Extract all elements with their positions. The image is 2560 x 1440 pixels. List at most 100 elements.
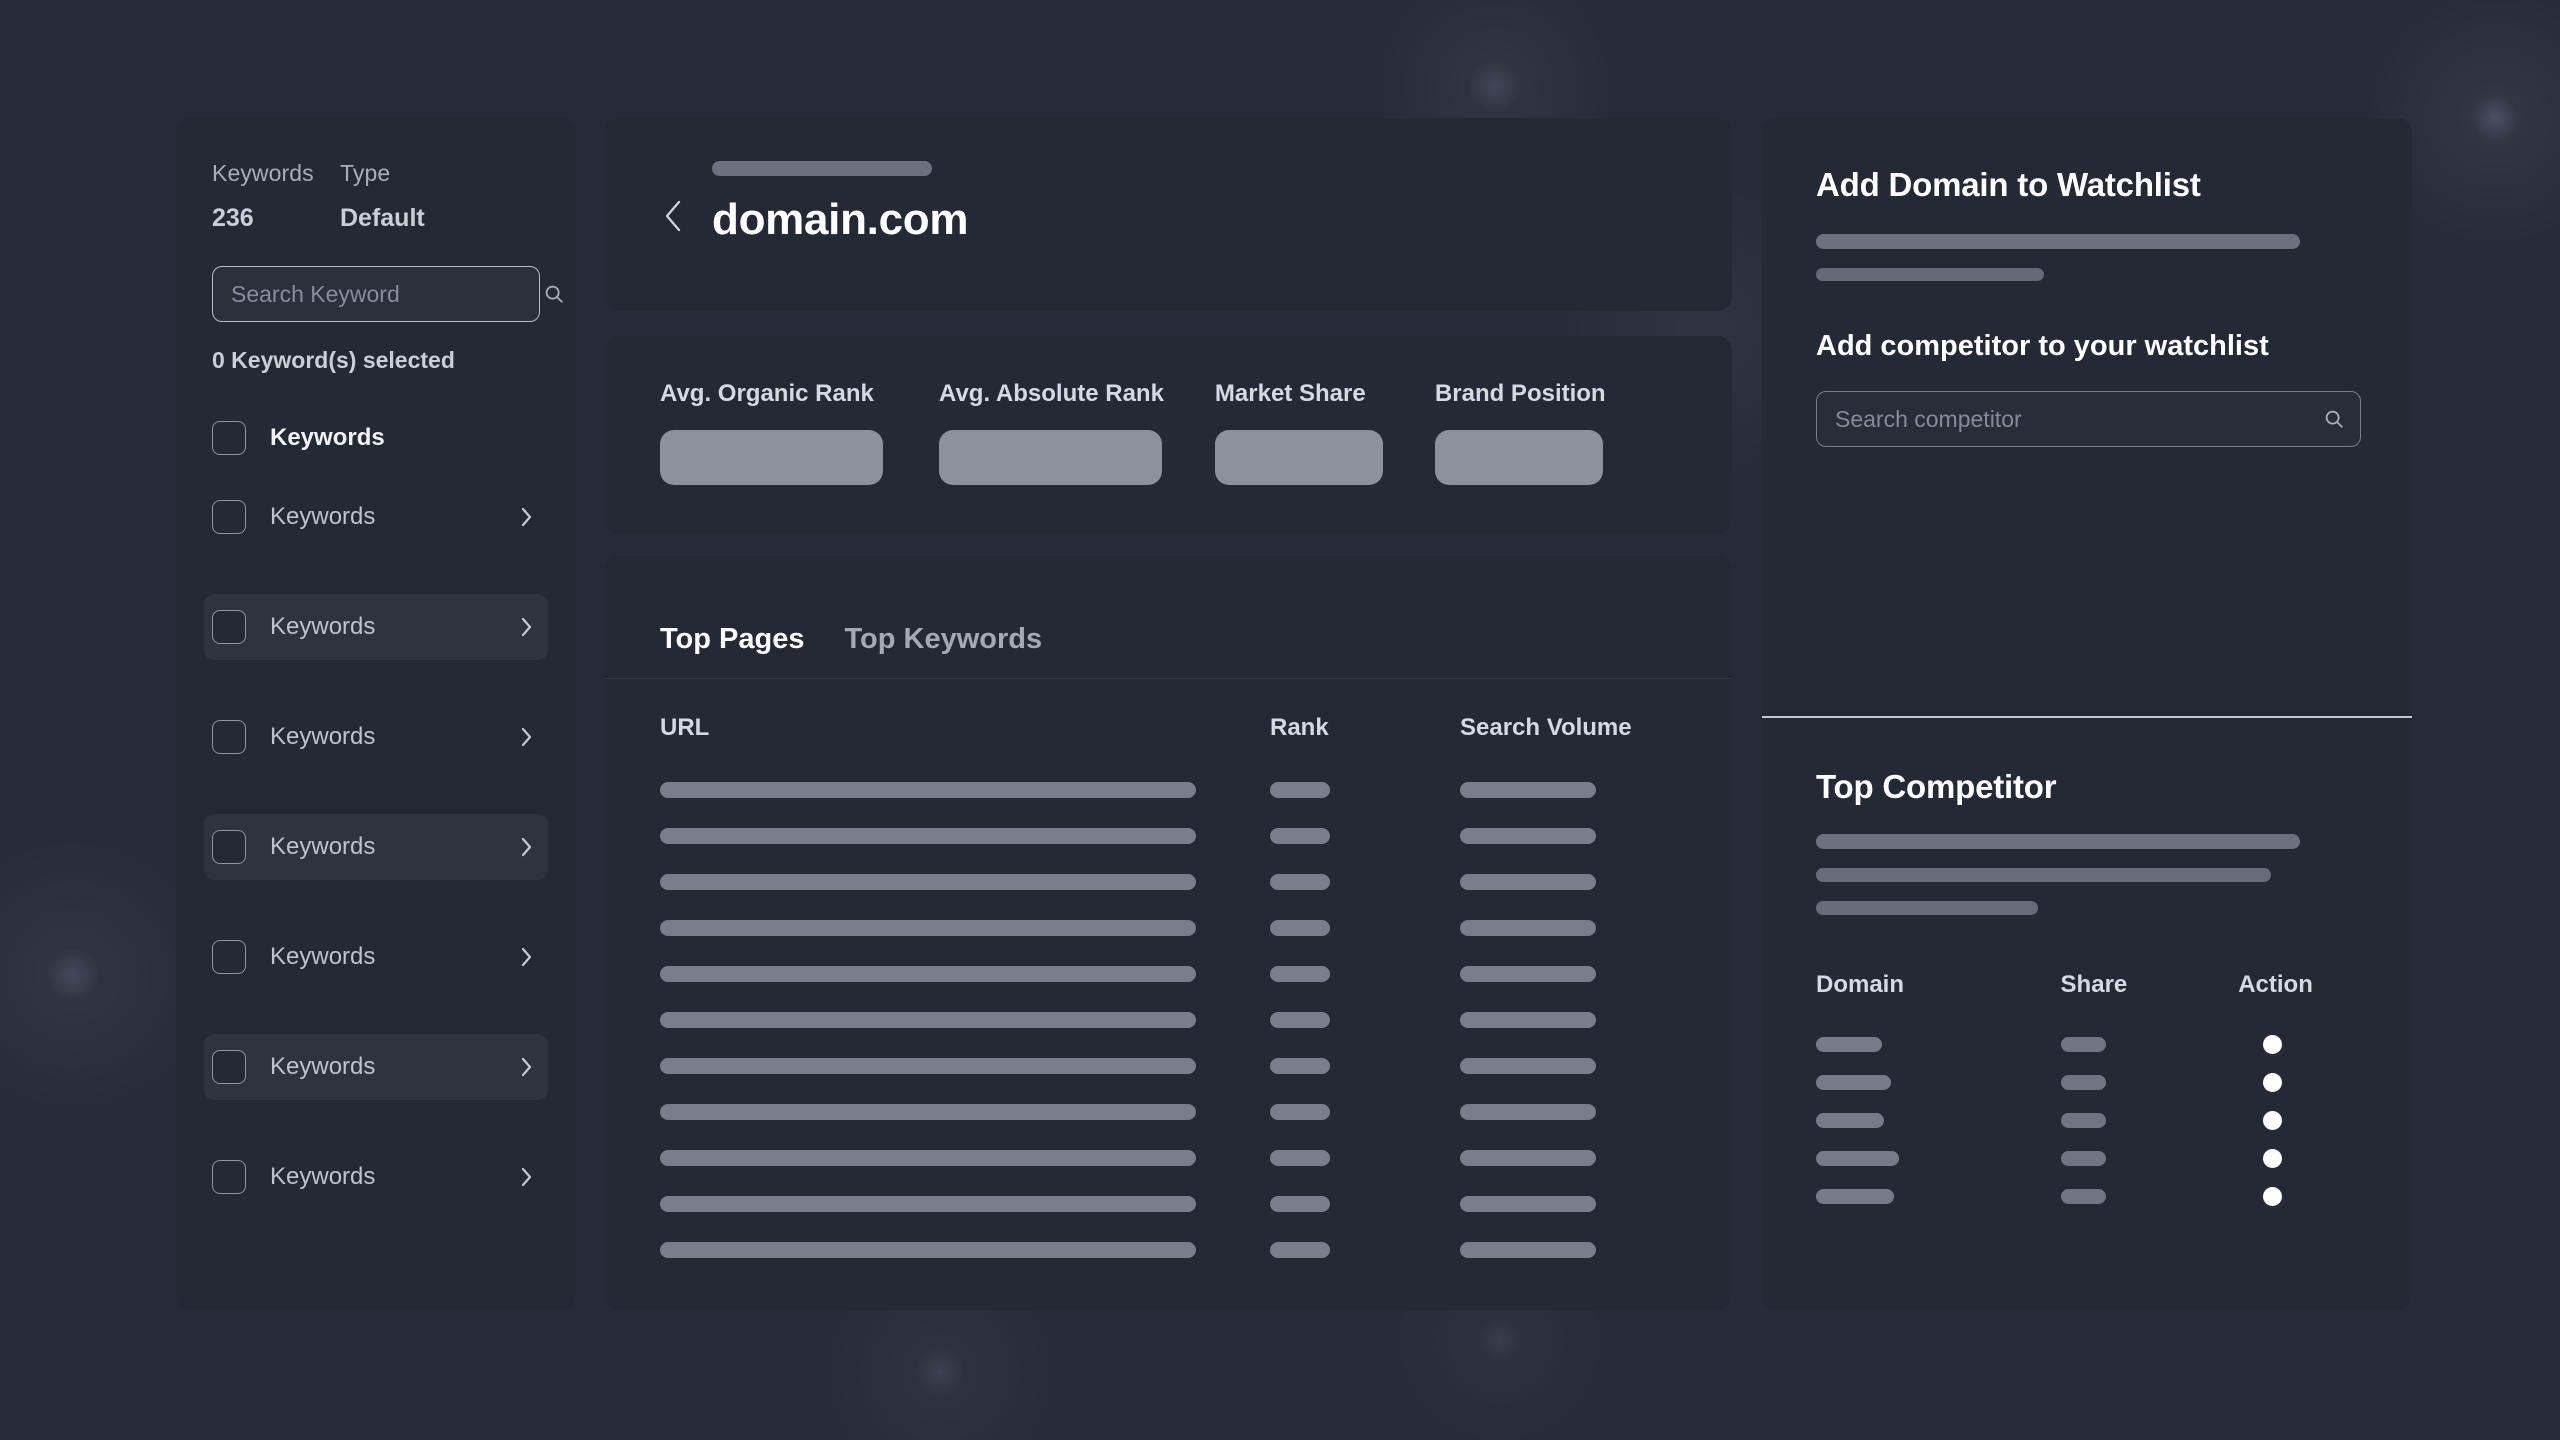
- list-item[interactable]: Keywords: [204, 924, 548, 990]
- chevron-left-icon[interactable]: [656, 181, 690, 251]
- cell-share: [2061, 1074, 2239, 1090]
- table-header-row: URL Rank Search Volume: [604, 679, 1732, 742]
- keyword-checkbox[interactable]: [212, 940, 246, 974]
- competitor-search-box[interactable]: [1816, 391, 2361, 447]
- top-competitor-section: Top Competitor Domain Share Action: [1762, 716, 2412, 1215]
- cell-rank: [1270, 1242, 1460, 1258]
- list-item[interactable]: Keywords: [204, 1034, 548, 1100]
- cell-domain: [1816, 1188, 2061, 1204]
- app-root: Keywords 236 Type Default 0 Keyword(s) s…: [0, 0, 2560, 1440]
- cell-volume: [1460, 1196, 1660, 1212]
- list-item[interactable]: Keywords: [204, 1144, 548, 1210]
- cell-domain: [1816, 1112, 2061, 1128]
- metric-label: Market Share: [1214, 380, 1366, 407]
- metric-value-skeleton: [1434, 430, 1603, 485]
- top-competitor-skeleton-2: [1816, 868, 2271, 882]
- table-row[interactable]: [660, 1135, 1732, 1181]
- circle-action-icon[interactable]: [2263, 1110, 2282, 1130]
- top-competitor-heading: Top Competitor: [1816, 768, 2057, 805]
- keyword-checkbox[interactable]: [212, 830, 246, 864]
- table-row[interactable]: [1816, 1139, 2358, 1177]
- metric-label: Avg. Organic Rank: [660, 380, 874, 407]
- metrics-card: Avg. Organic Rank Avg. Absolute Rank Marke…: [604, 336, 1732, 534]
- metric-3: Brand Position: [1434, 380, 1606, 485]
- table-row[interactable]: [660, 1089, 1732, 1135]
- table-row[interactable]: [660, 951, 1732, 997]
- table-row[interactable]: [660, 905, 1732, 951]
- cell-share: [2061, 1112, 2239, 1128]
- cell-volume: [1460, 920, 1660, 936]
- search-competitor-input[interactable]: [1817, 392, 2308, 446]
- table-row[interactable]: [660, 1043, 1732, 1089]
- keyword-checkbox[interactable]: [212, 610, 246, 644]
- list-item-label: Keywords: [270, 613, 376, 640]
- table-row[interactable]: [660, 997, 1732, 1043]
- keywords-sidebar: Keywords 236 Type Default 0 Keyword(s) s…: [176, 118, 576, 1310]
- list-item-label: Keywords: [270, 723, 376, 750]
- cell-rank: [1270, 966, 1460, 982]
- cell-url: [660, 1242, 1270, 1258]
- tab-top-pages[interactable]: Top Pages: [660, 623, 805, 656]
- cell-url: [660, 828, 1270, 844]
- table-row[interactable]: [660, 767, 1732, 813]
- list-item[interactable]: Keywords: [204, 594, 548, 660]
- table-row[interactable]: [660, 1181, 1732, 1227]
- keyword-checkbox[interactable]: [212, 720, 246, 754]
- circle-action-icon[interactable]: [2263, 1034, 2282, 1054]
- list-item-label: Keywords: [270, 833, 376, 860]
- chevron-right-icon[interactable]: [516, 836, 536, 858]
- list-item[interactable]: Keywords: [204, 484, 548, 550]
- cell-share: [2061, 1036, 2239, 1052]
- metric-0: Avg. Organic Rank: [660, 380, 883, 485]
- table-row[interactable]: [660, 813, 1732, 859]
- cell-url: [660, 1058, 1270, 1074]
- cell-volume: [1460, 966, 1660, 982]
- table-tabs: Top Pages Top Keywords: [604, 556, 1732, 678]
- select-all-checkbox[interactable]: [212, 421, 246, 455]
- tab-top-keywords[interactable]: Top Keywords: [845, 623, 1043, 656]
- table-row[interactable]: [1816, 1177, 2358, 1215]
- table-row[interactable]: [1816, 1101, 2358, 1139]
- table-body: [604, 767, 1732, 1273]
- cell-volume: [1460, 828, 1660, 844]
- cell-volume: [1460, 1012, 1660, 1028]
- list-item[interactable]: Keywords: [204, 814, 548, 880]
- list-item-label: Keywords: [270, 943, 376, 970]
- cell-volume: [1460, 1058, 1660, 1074]
- circle-action-icon[interactable]: [2263, 1148, 2282, 1168]
- domain-header-card: domain.com: [604, 118, 1732, 311]
- search-keyword-input[interactable]: [213, 267, 543, 321]
- top-pages-card: Top Pages Top Keywords URL Rank Search Vo…: [604, 556, 1732, 1310]
- chevron-right-icon[interactable]: [516, 946, 536, 968]
- cell-url: [660, 966, 1270, 982]
- keywords-header-row[interactable]: Keywords: [176, 416, 576, 460]
- table-row[interactable]: [660, 1227, 1732, 1273]
- cell-domain: [1816, 1150, 2061, 1166]
- table-row[interactable]: [1816, 1063, 2358, 1101]
- keyword-checkbox[interactable]: [212, 1160, 246, 1194]
- column-header-rank: Rank: [1270, 714, 1329, 741]
- chevron-right-icon[interactable]: [516, 506, 536, 528]
- top-competitor-skeleton-1: [1816, 834, 2300, 849]
- circle-action-icon[interactable]: [2263, 1186, 2282, 1206]
- stat-type: Type Default: [340, 160, 468, 233]
- cell-rank: [1270, 782, 1460, 798]
- search-icon[interactable]: [2308, 408, 2360, 430]
- cell-volume: [1460, 782, 1660, 798]
- search-icon[interactable]: [543, 283, 565, 305]
- table-row[interactable]: [660, 859, 1732, 905]
- cell-volume: [1460, 1242, 1660, 1258]
- domain-subtitle-skeleton: [712, 161, 932, 176]
- cell-rank: [1270, 1058, 1460, 1074]
- keyword-checkbox[interactable]: [212, 1050, 246, 1084]
- chevron-right-icon[interactable]: [516, 1056, 536, 1078]
- table-row[interactable]: [1816, 1025, 2358, 1063]
- chevron-right-icon[interactable]: [516, 616, 536, 638]
- keyword-checkbox[interactable]: [212, 500, 246, 534]
- chevron-right-icon[interactable]: [516, 726, 536, 748]
- chevron-right-icon[interactable]: [516, 1166, 536, 1188]
- keyword-search-box[interactable]: [212, 266, 563, 322]
- circle-action-icon[interactable]: [2263, 1072, 2282, 1092]
- stat-keywords: Keywords 236: [212, 160, 340, 233]
- list-item[interactable]: Keywords: [204, 704, 548, 770]
